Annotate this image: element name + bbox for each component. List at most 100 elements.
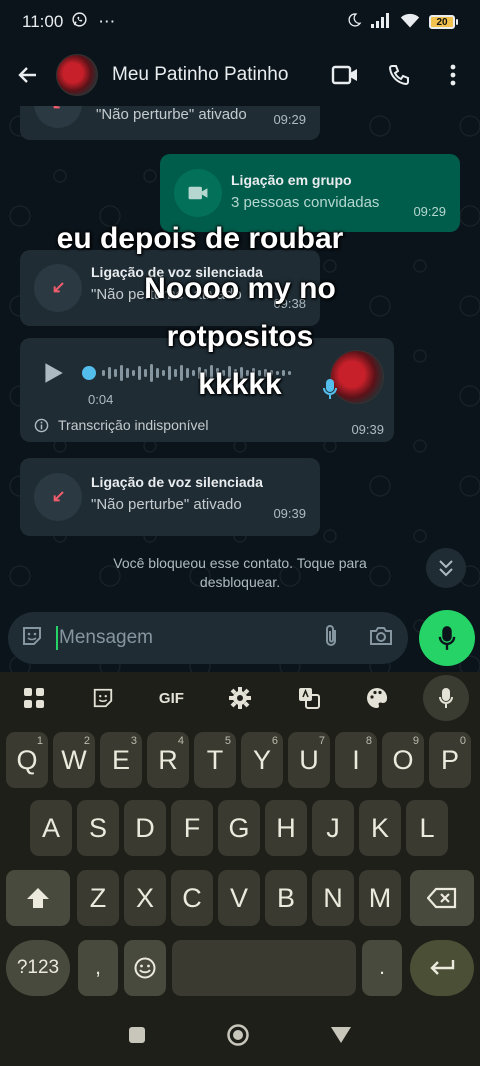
key-t[interactable]: T5 [194,732,236,788]
phone-icon [388,65,409,86]
status-time: 11:00 [22,12,64,31]
scroll-to-bottom-button[interactable] [426,548,466,588]
gif-button[interactable]: GIF [148,675,194,721]
shift-key[interactable] [6,870,70,926]
key-b[interactable]: B [265,870,307,926]
video-camera-icon [174,169,222,217]
backspace-key[interactable] [410,870,474,926]
transcription-status: Transcrição indisponível [58,417,209,433]
message-time: 09:29 [273,112,306,127]
call-message[interactable]: "Não perturbe" ativado 09:29 [20,106,320,140]
key-label: S [88,812,107,843]
key-u[interactable]: U7 [288,732,330,788]
voice-typing-button[interactable] [422,675,469,721]
key-y[interactable]: Y6 [241,732,283,788]
key-label: X [135,882,154,913]
camera-button[interactable] [368,625,394,652]
sticker-button[interactable] [80,675,126,721]
recents-button[interactable] [128,1026,146,1049]
key-label: E [111,744,130,775]
key-v[interactable]: V [218,870,260,926]
call-subtitle: "Não perturbe" ativado [96,106,247,123]
more-options-button[interactable] [426,44,480,106]
key-f[interactable]: F [171,800,213,856]
key-e[interactable]: E3 [100,732,142,788]
theme-button[interactable] [354,675,400,721]
video-call-button[interactable] [318,44,372,106]
key-z[interactable]: Z [77,870,119,926]
key-s[interactable]: S [77,800,119,856]
chat-area[interactable]: "Não perturbe" ativado 09:29 Ligação em … [0,106,480,672]
key-label: P [440,744,459,775]
microphone-icon [438,688,453,708]
message-time: 09:29 [413,204,446,219]
home-button[interactable] [226,1023,250,1052]
info-icon [34,418,49,438]
arrow-left-icon [18,67,36,83]
settings-button[interactable] [217,675,263,721]
microphone-icon [438,626,456,650]
key-g[interactable]: G [218,800,260,856]
contact-name[interactable]: Meu Patinho Patinho [112,64,288,86]
period-key[interactable]: . [362,940,402,996]
key-n[interactable]: N [312,870,354,926]
battery-level: 20 [429,15,455,29]
key-h[interactable]: H [265,800,307,856]
key-m[interactable]: M [359,870,401,926]
key-j[interactable]: J [312,800,354,856]
comma-key[interactable]: , [78,940,118,996]
group-call-message[interactable]: Ligação em grupo 3 pessoas convidadas 09… [160,154,460,232]
key-number-hint: 9 [412,735,419,747]
emoji-key[interactable] [124,940,166,996]
attach-button[interactable] [320,624,342,653]
voice-call-button[interactable] [372,44,426,106]
grid-icon [24,688,45,708]
circle-icon [227,1023,249,1046]
key-label: T [206,744,224,775]
chat-header: Meu Patinho Patinho [0,44,480,106]
key-w[interactable]: W2 [53,732,95,788]
call-message[interactable]: Ligação de voz silenciada "Não perturbe"… [20,458,320,536]
key-q[interactable]: Q1 [6,732,48,788]
key-k[interactable]: K [359,800,401,856]
dnd-moon-icon [346,12,362,33]
apps-grid-button[interactable] [11,675,57,721]
blocked-contact-notice[interactable]: Você bloqueou esse contato. Toque para d… [90,554,390,592]
more-notifications-icon: ⋯ [98,12,117,31]
call-title: Ligação em grupo [231,172,352,188]
space-key[interactable] [172,940,356,996]
key-number-hint: 1 [36,735,43,747]
key-label: J [326,812,340,843]
double-chevron-down-icon [439,560,453,577]
key-x[interactable]: X [124,870,166,926]
translate-button[interactable] [286,675,332,721]
key-label: I [352,744,360,775]
missed-call-icon [34,106,82,128]
missed-call-icon [34,473,82,521]
key-c[interactable]: C [171,870,213,926]
signal-icon [371,12,391,33]
message-time: 09:39 [273,506,306,521]
key-i[interactable]: I8 [335,732,377,788]
key-r[interactable]: R4 [147,732,189,788]
key-o[interactable]: O9 [382,732,424,788]
key-d[interactable]: D [124,800,166,856]
key-a[interactable]: A [30,800,72,856]
key-p[interactable]: P0 [429,732,471,788]
message-input[interactable]: Mensagem [56,626,153,650]
key-label: F [183,812,201,843]
message-time: 09:39 [351,422,384,437]
back-button[interactable] [0,44,56,106]
back-nav-button[interactable] [330,1026,352,1049]
symbols-key[interactable]: ?123 [6,940,70,996]
enter-key[interactable] [410,940,474,996]
key-number-hint: 2 [83,735,90,747]
key-label: Y [252,744,271,775]
more-vert-icon [450,64,456,86]
sticker-icon [93,688,113,708]
wifi-icon [400,12,420,33]
voice-record-button[interactable] [419,610,475,666]
emoji-sticker-button[interactable] [20,624,44,653]
contact-avatar[interactable] [56,54,98,96]
key-l[interactable]: L [406,800,448,856]
